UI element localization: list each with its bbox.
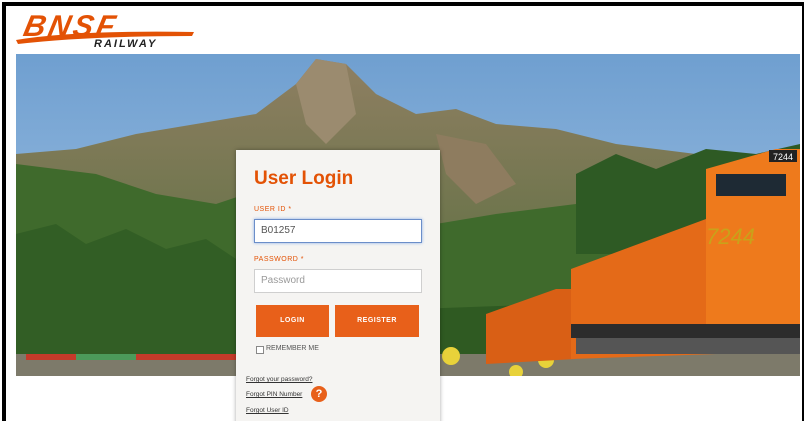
svg-text:7244: 7244 (706, 224, 755, 249)
page-frame: BNSF RAILWAY 7244 7244 User Login USER I… (2, 2, 804, 421)
forgot-user-id-link[interactable]: Forgot User ID (246, 407, 289, 414)
login-panel: User Login USER ID * B01257 PASSWORD * P… (236, 150, 440, 421)
login-title: User Login (254, 168, 354, 189)
question-icon[interactable]: ? (311, 386, 327, 402)
forgot-password-link[interactable]: Forgot your password? (246, 376, 312, 383)
bnsf-logo[interactable]: BNSF RAILWAY (16, 10, 196, 54)
train-number: 7244 (773, 152, 793, 162)
password-input[interactable]: Password (254, 269, 422, 293)
register-button[interactable]: REGISTER (335, 305, 419, 337)
password-label: PASSWORD * (254, 256, 305, 263)
user-id-input[interactable]: B01257 (254, 219, 422, 243)
forgot-pin-link[interactable]: Forgot PIN Number (246, 391, 302, 398)
remember-me-checkbox[interactable] (256, 346, 264, 354)
logo-subtitle: RAILWAY (94, 38, 158, 50)
login-button[interactable]: LOGIN (256, 305, 329, 337)
remember-me-label[interactable]: REMEMBER ME (266, 345, 319, 352)
user-id-label: USER ID * (254, 206, 292, 213)
